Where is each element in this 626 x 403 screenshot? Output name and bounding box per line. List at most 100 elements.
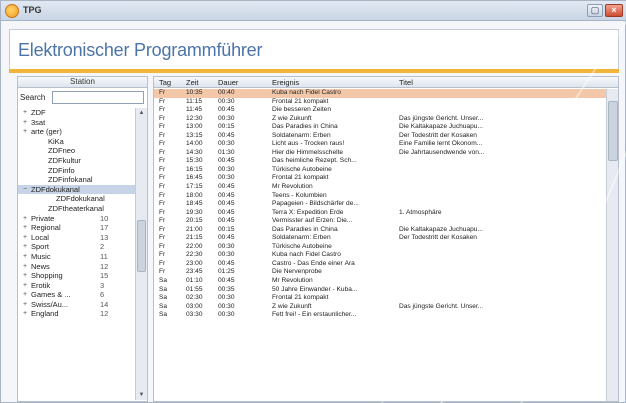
search-input[interactable] [52,91,144,104]
table-row[interactable]: Fr 14:30 01:30 Hier die Himmelsschelte Die J… [154,149,606,158]
expand-icon[interactable]: + [21,271,29,281]
table-row[interactable]: Fr 18:45 00:45 Papageien - Bildschärfer de.… [154,200,606,209]
station-tree-item[interactable]: ZDFinfo [18,166,136,176]
column-header-dauer[interactable]: Dauer [218,78,238,87]
table-row[interactable]: Fr 21:15 00:45 Soldatenarm: Erben Der Todest… [154,234,606,243]
station-tree-item[interactable]: + Erotik 3 [18,281,136,291]
cell-tag: Sa [159,285,168,293]
table-row[interactable]: Sa 03:30 00:30 Fett frei! - Ein erstaunlich… [154,311,606,320]
stations-heading[interactable]: Station [18,77,147,88]
stations-tree[interactable]: + ZDF +3sat + arte (ger) KiKa ZDFneo ZDFkultur Z… [18,108,136,400]
expand-icon[interactable]: + [21,108,29,118]
table-row[interactable]: Sa 01:55 00:35 50 Jahre Einwander - Kuba... [154,286,606,295]
expand-icon[interactable]: + [21,223,29,233]
grid-scrollbar[interactable] [606,89,618,401]
table-row[interactable]: Fr 23:00 00:45 Castro - Das Ende einer Ära [154,260,606,269]
column-header-tag[interactable]: Tag [159,78,171,87]
title-bar[interactable]: TPG ▢ × [1,1,626,21]
maximize-button[interactable]: ▢ [587,4,603,17]
station-tree-item[interactable]: ZDFtheaterkanal [18,204,136,214]
table-row[interactable]: Sa 03:00 00:30 Z wie Zukunft Das jüngste Ger… [154,303,606,312]
cell-titel: Das jüngste Gericht. Unser... [399,114,484,122]
table-row[interactable]: Fr 19:30 00:45 Terra X: Expedition Erde 1. A… [154,209,606,218]
table-row[interactable]: Sa 02:30 00:30 Frontal 21 kompakt [154,294,606,303]
station-tree-item[interactable]: + Private 10 [18,214,136,224]
table-row[interactable]: Fr 15:30 00:45 Das heimliche Rezept. Sch... [154,157,606,166]
cell-titel: 1. Atmosphäre [399,208,442,216]
cell-ereignis: Türkische Autobeine [272,242,332,250]
scrollbar-thumb[interactable] [608,101,618,161]
column-header-ereignis[interactable]: Ereignis [272,78,299,87]
table-row[interactable]: Fr 11:45 00:45 Die besseren Zeiten [154,106,606,115]
table-row[interactable]: Fr 14:00 00:30 Licht aus - Trocken raus! Ein… [154,140,606,149]
cell-zeit: 20:15 [186,217,203,225]
expand-icon[interactable]: + [21,127,29,137]
station-tree-item[interactable]: + Local 13 [18,233,136,243]
table-row[interactable]: Fr 13:15 00:45 Soldatenarm: Erben Der Todest… [154,132,606,141]
station-tree-item[interactable]: ZDFkultur [18,156,136,166]
cell-zeit: 03:30 [186,311,203,319]
station-tree-item[interactable]: KiKa [18,137,136,147]
station-tree-item[interactable]: + Regional 17 [18,223,136,233]
station-tree-item[interactable]: + arte (ger) [18,127,136,137]
station-tree-item[interactable]: + Games & ... 6 [18,290,136,300]
expand-icon[interactable]: + [21,281,29,291]
cell-tag: Fr [159,242,166,250]
station-tree-item[interactable]: − ZDFdokukanal [18,184,136,195]
table-row[interactable]: Sa 01:10 00:45 Mr Revolution [154,277,606,286]
table-row[interactable]: Fr 22:30 00:30 Kuba nach Fidel Castro [154,251,606,260]
table-row[interactable]: Fr 10:35 00:40 Kuba nach Fidel Castro [154,89,606,98]
cell-ereignis: Fett frei! - Ein erstaunlicher... [272,311,357,319]
cell-dauer: 00:45 [218,157,235,165]
expand-icon[interactable]: + [21,290,29,300]
close-button[interactable]: × [605,4,623,17]
expand-icon[interactable]: + [21,262,29,272]
scroll-up-arrow-icon[interactable]: ▲ [136,108,147,118]
stations-scrollbar[interactable]: ▲ ▼ [135,108,147,400]
collapse-icon[interactable]: − [21,185,29,195]
station-tree-item[interactable]: + Music 11 [18,252,136,262]
expand-icon[interactable]: + [21,252,29,262]
scrollbar-thumb[interactable] [137,220,146,272]
table-row[interactable]: Fr 17:15 00:45 Mr Revolution [154,183,606,192]
expand-icon[interactable]: + [21,118,29,128]
station-tree-item[interactable]: + Sport 2 [18,242,136,252]
station-count: 2 [100,242,105,252]
station-tree-item[interactable]: + England 12 [18,309,136,319]
table-row[interactable]: Fr 23:45 01:25 Die Nervenprobe [154,268,606,277]
station-label: Local [31,232,49,242]
table-row[interactable]: Fr 11:15 00:30 Frontal 21 kompakt [154,98,606,107]
table-row[interactable]: Fr 22:00 00:30 Türkische Autobeine [154,243,606,252]
station-tree-item[interactable]: ZDFdokukanal [18,194,136,204]
table-row[interactable]: Fr 21:00 00:15 Das Paradies in China Die Kal… [154,226,606,235]
station-label: ZDF [31,108,46,117]
station-tree-item[interactable]: + Shopping 15 [18,271,136,281]
table-row[interactable]: Fr 16:15 00:30 Türkische Autobeine [154,166,606,175]
cell-ereignis: Die besseren Zeiten [272,106,332,114]
station-tree-item[interactable]: + News 12 [18,262,136,272]
station-tree-item[interactable]: ZDFneo [18,146,136,156]
scroll-down-arrow-icon[interactable]: ▼ [136,390,147,400]
expand-icon[interactable]: + [21,300,29,310]
table-row[interactable]: Fr 13:00 00:15 Das Paradies in China Die Kal… [154,123,606,132]
table-row[interactable]: Fr 12:30 00:30 Z wie Zukunft Das jüngste Ger… [154,115,606,124]
cell-ereignis: Frontal 21 kompakt [272,174,329,182]
station-tree-item[interactable]: +3sat [18,118,136,128]
column-header-zeit[interactable]: Zeit [186,78,199,87]
cell-dauer: 00:45 [218,191,235,199]
cell-ereignis: Z wie Zukunft [272,114,312,122]
table-row[interactable]: Fr 16:45 00:30 Frontal 21 kompakt [154,174,606,183]
table-row[interactable]: Fr 20:15 00:45 Vermisster auf Erzen: Die... [154,217,606,226]
expand-icon[interactable]: + [21,214,29,224]
station-tree-item[interactable]: + Swiss/Au... 14 [18,300,136,310]
station-tree-item[interactable]: ZDFinfokanal [18,175,136,185]
station-tree-item[interactable]: + ZDF [18,108,136,118]
table-row[interactable]: Fr 18:00 00:45 Teens - Kolumbien [154,192,606,201]
expand-icon[interactable]: + [21,233,29,243]
expand-icon[interactable]: + [21,242,29,252]
cell-tag: Fr [159,174,166,182]
expand-icon[interactable]: + [21,309,29,319]
station-label: Sport [31,242,49,252]
column-header-titel[interactable]: Titel [399,78,413,87]
grid-body: Fr 10:35 00:40 Kuba nach Fidel Castro Fr 11:1… [154,89,606,401]
